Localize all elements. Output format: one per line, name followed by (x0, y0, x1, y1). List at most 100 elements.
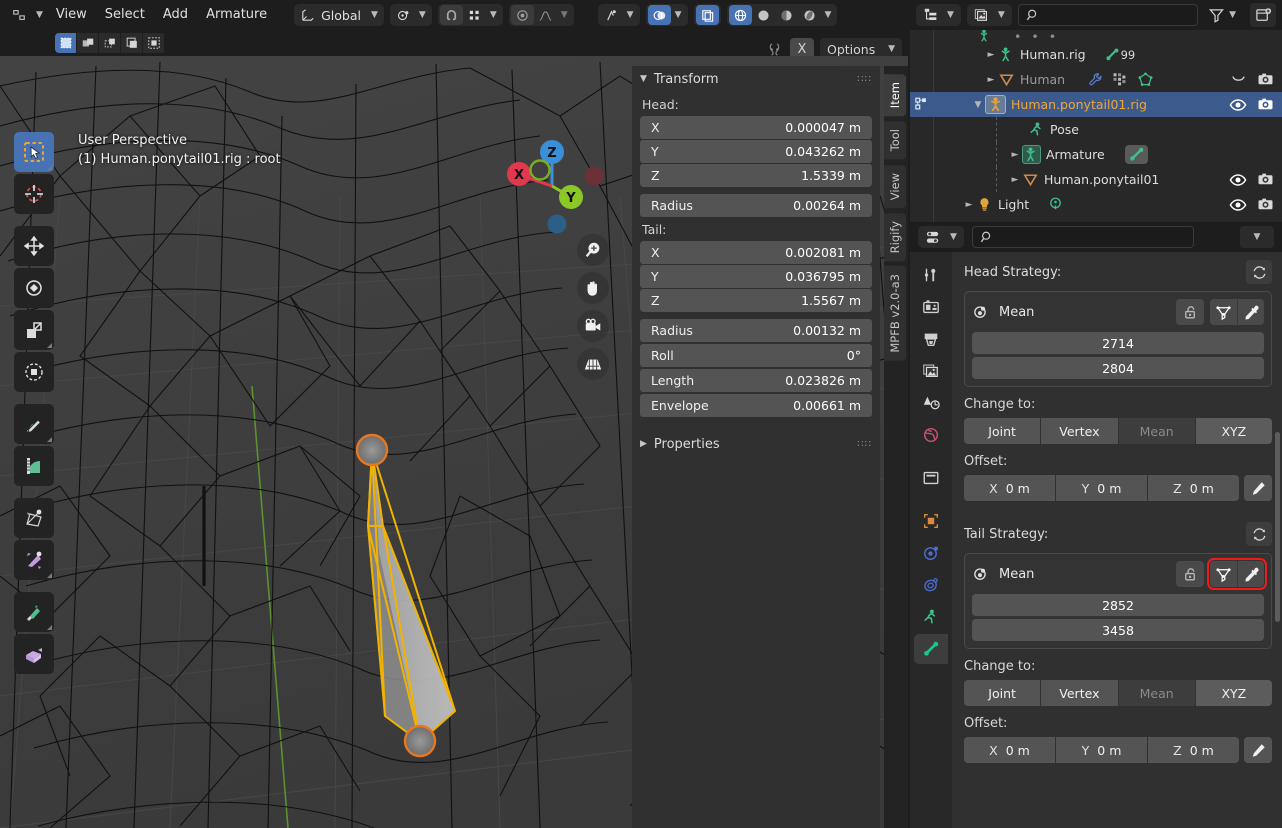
head-strategy-value-1[interactable]: 2714 (972, 332, 1264, 354)
head-offset-y[interactable]: Y 0 m (1056, 475, 1147, 501)
invert-select-icon[interactable] (121, 33, 143, 53)
bone-tab[interactable] (914, 634, 948, 664)
world-tab[interactable] (914, 420, 948, 450)
properties-scrollbar[interactable] (1275, 432, 1280, 622)
extend-select-icon[interactable] (77, 33, 99, 53)
tail-strategy-pick-group-highlighted[interactable] (1207, 558, 1267, 590)
proportional-edit-group[interactable]: ▼ (508, 4, 574, 26)
roll-field[interactable]: Roll 0° (640, 344, 872, 367)
tail-radius-field[interactable]: Radius 0.00132 m (640, 319, 872, 342)
vertex-select-icon[interactable] (1210, 299, 1237, 325)
outliner-search-input[interactable] (1017, 4, 1199, 26)
tail-x-field[interactable]: X 0.002081 m (640, 241, 872, 264)
tail-change-to-vertex[interactable]: Vertex (1041, 680, 1118, 706)
transform-panel-header[interactable]: ▼ Transform ∷∷ (632, 66, 880, 92)
tail-offset-x[interactable]: X 0 m (964, 737, 1055, 763)
transform-orientation-chevron-down-icon[interactable]: ▼ (367, 10, 382, 20)
pencil-icon[interactable] (1244, 475, 1272, 501)
properties-search-input[interactable] (971, 226, 1194, 248)
object-tab[interactable] (914, 506, 948, 536)
outliner-row-human-rig[interactable]: ► Human.rig 99 (910, 42, 1282, 67)
shading-material-icon[interactable] (775, 5, 798, 25)
modifier-wrench-icon[interactable] (1087, 71, 1104, 88)
shading-wireframe-icon[interactable] (728, 5, 752, 25)
properties-panel-header[interactable]: ▶ Properties ∷∷ (632, 431, 880, 457)
tail-strategy-value-1[interactable]: 2852 (972, 594, 1264, 616)
eye-icon[interactable] (1229, 196, 1247, 214)
shading-solid-icon[interactable] (752, 5, 775, 25)
envelope-field[interactable]: Envelope 0.00661 m (640, 394, 872, 417)
constraints-tab[interactable] (914, 570, 948, 600)
scene-tab[interactable] (914, 388, 948, 418)
head-z-field[interactable]: Z 1.5339 m (640, 164, 872, 187)
head-change-to-group[interactable]: Joint Vertex Mean XYZ (964, 418, 1272, 444)
head-change-to-xyz[interactable]: XYZ (1195, 418, 1272, 444)
n-panel-tabs[interactable]: Item Tool View Rigify MPFB v2.0-a3 (884, 66, 908, 828)
refresh-icon[interactable] (1246, 522, 1272, 546)
overlays-icon[interactable] (647, 5, 671, 25)
tweak-select-box-tool[interactable] (14, 132, 54, 172)
extrude-tool[interactable] (14, 634, 54, 674)
disclosure-triangle[interactable]: ► (984, 75, 998, 85)
navigation-gizmo[interactable]: Z X Y (495, 128, 605, 238)
snap-to-icon[interactable] (463, 5, 486, 25)
render-camera-icon[interactable] (1257, 171, 1274, 188)
collapsed-dropdown-icon[interactable] (1230, 71, 1247, 88)
outliner-row-light[interactable]: ► Light (910, 192, 1282, 217)
falloff-chevron-down-icon[interactable]: ▼ (557, 10, 572, 20)
gizmo-icon[interactable] (600, 5, 623, 25)
overlays-chevron-down-icon[interactable]: ▼ (671, 10, 686, 20)
render-camera-icon[interactable] (1257, 71, 1274, 88)
lock-open-icon[interactable] (1176, 561, 1204, 587)
grid-ortho-icon[interactable] (577, 348, 609, 380)
proportional-edit-icon[interactable] (510, 5, 534, 25)
head-x-field[interactable]: X 0.000047 m (640, 116, 872, 139)
transform-tool[interactable] (14, 352, 54, 392)
zoom-icon[interactable] (577, 234, 609, 266)
bone-icon[interactable] (1124, 145, 1148, 164)
viewport-toolbar[interactable] (14, 132, 54, 674)
head-offset-z[interactable]: Z 0 m (1148, 475, 1239, 501)
outliner-row-right-icons[interactable] (1229, 196, 1274, 214)
menu-add[interactable]: Add (154, 0, 197, 30)
disclosure-triangle[interactable]: ► (1008, 150, 1022, 160)
restrict-select-icon[interactable] (914, 96, 931, 113)
magnet-icon[interactable] (439, 5, 463, 25)
outliner-display-mode-icon[interactable] (919, 5, 943, 25)
bone-size-tool[interactable] (14, 540, 54, 580)
outliner-display-mode-group[interactable]: ▼ (916, 4, 961, 26)
xray-group[interactable] (693, 4, 721, 26)
properties-editor-icon[interactable] (921, 227, 946, 247)
gizmo-chevron-down-icon[interactable]: ▼ (623, 10, 638, 20)
outliner-row-pose[interactable]: Pose (910, 117, 1282, 142)
tail-change-to-joint[interactable]: Joint (964, 680, 1041, 706)
render-camera-icon[interactable] (1257, 96, 1274, 113)
annotate-tool[interactable] (14, 404, 54, 444)
disclosure-triangle[interactable]: ► (1008, 175, 1022, 185)
menu-armature[interactable]: Armature (197, 0, 276, 30)
select-mode-group[interactable] (55, 33, 165, 53)
light-data-icon[interactable] (1047, 196, 1064, 213)
snap-group[interactable]: ▼ (437, 4, 503, 26)
render-tab[interactable] (914, 292, 948, 322)
shading-chevron-down-icon[interactable]: ▼ (821, 10, 836, 20)
pan-hand-icon[interactable] (577, 272, 609, 304)
head-y-field[interactable]: Y 0.043262 m (640, 140, 872, 163)
outliner-row-human-ponytail01[interactable]: ► Human.ponytail01 (910, 167, 1282, 192)
outliner-filter-chevron-down-icon[interactable]: ▼ (1225, 10, 1240, 20)
length-field[interactable]: Length 0.023826 m (640, 369, 872, 392)
view-layer-tab[interactable] (914, 356, 948, 386)
shading-group[interactable]: ▼ (726, 4, 838, 26)
tail-change-to-group[interactable]: Joint Vertex Mean XYZ (964, 680, 1272, 706)
render-camera-icon[interactable] (1257, 196, 1274, 213)
tail-offset-z[interactable]: Z 0 m (1148, 737, 1239, 763)
editor-type-chevron-down-icon[interactable]: ▼ (32, 10, 47, 20)
outliner-row-armature[interactable]: ► Armature (910, 142, 1282, 167)
set-select-icon[interactable] (55, 33, 77, 53)
overlays-group[interactable]: ▼ (645, 4, 688, 26)
tab-tool[interactable]: Tool (884, 121, 906, 160)
camera-icon[interactable] (577, 310, 609, 342)
measure-tool[interactable] (14, 446, 54, 486)
outliner-row-human[interactable]: ► Human (910, 67, 1282, 92)
tail-offset-y[interactable]: Y 0 m (1056, 737, 1147, 763)
